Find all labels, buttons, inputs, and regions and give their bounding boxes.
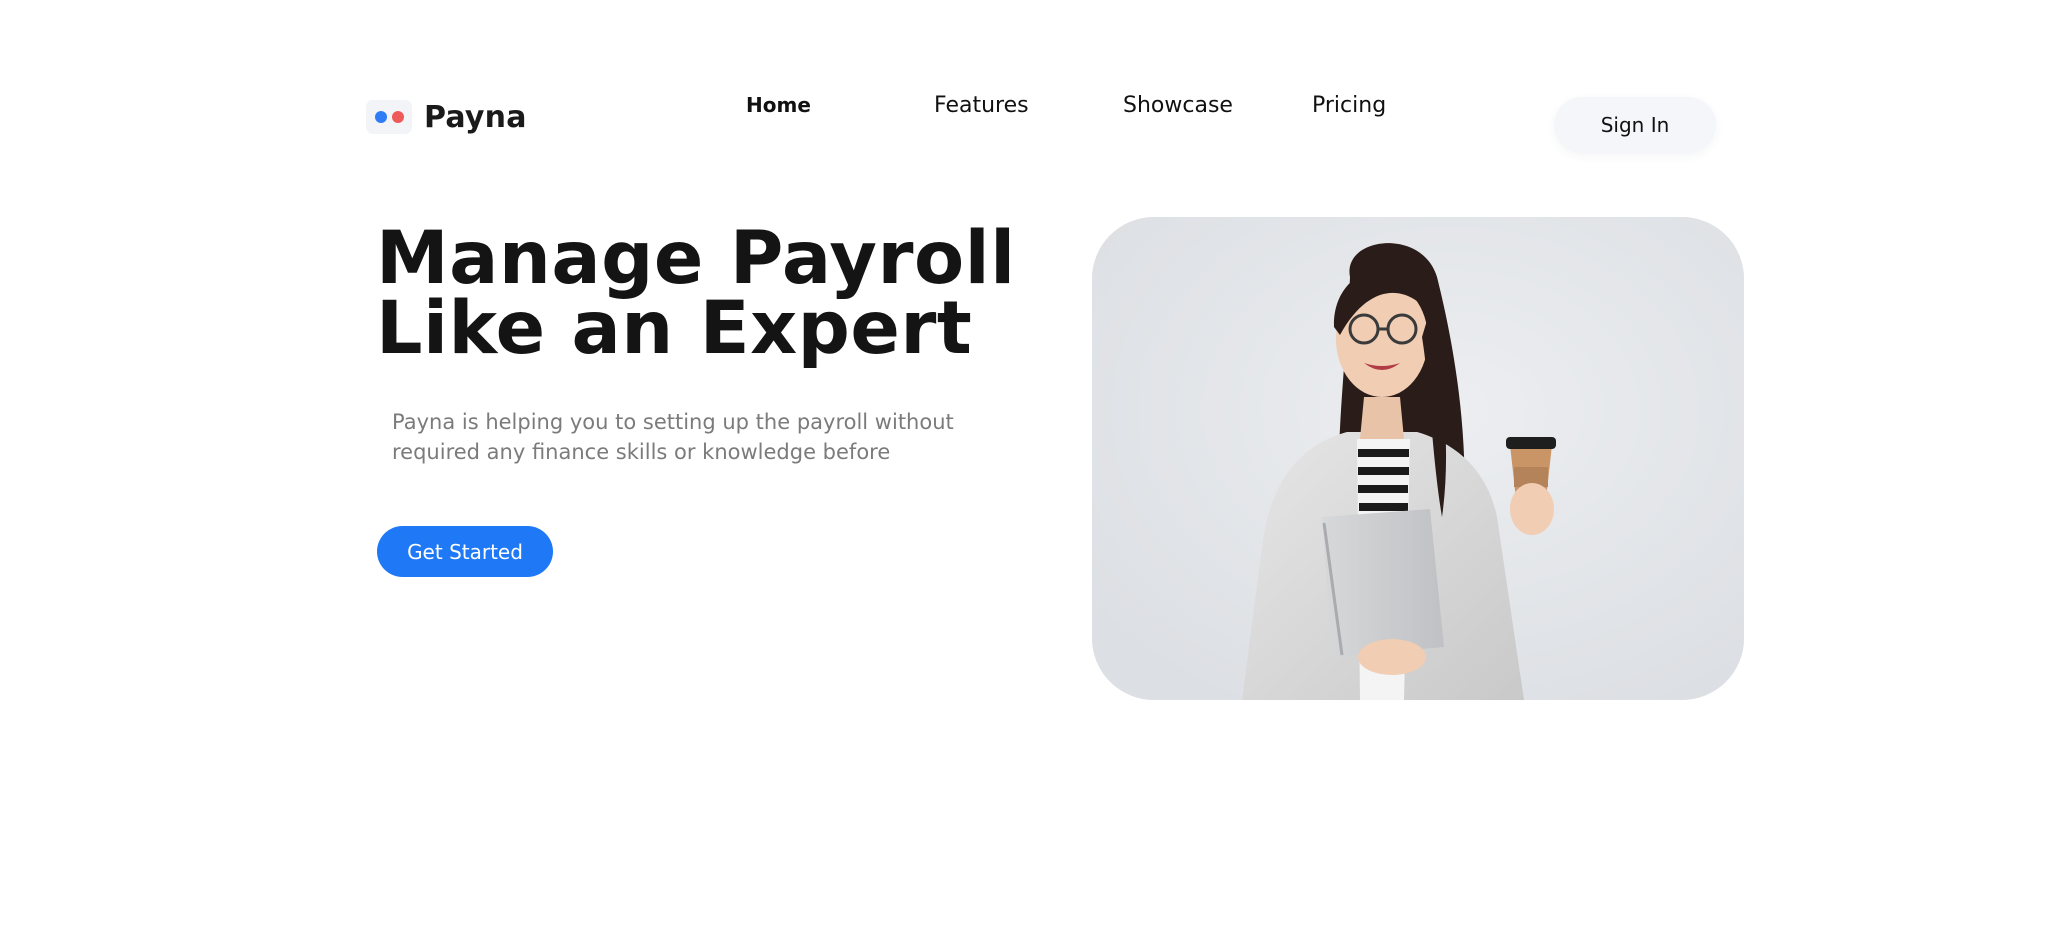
hero-description: Payna is helping you to setting up the p… (392, 407, 992, 467)
businesswoman-illustration (1092, 217, 1744, 700)
logo-blue-dot (374, 111, 387, 123)
brand-name: Payna (424, 99, 527, 135)
hero-title-line-1: Manage Payroll (376, 216, 1016, 301)
logo-red-dot (391, 111, 404, 123)
hero-image (1092, 217, 1744, 700)
hero-description-line-2: required any finance skills or knowledge… (392, 440, 891, 464)
nav-pricing[interactable]: Pricing (1312, 93, 1386, 118)
get-started-button[interactable]: Get Started (377, 526, 553, 577)
hero-description-line-1: Payna is helping you to setting up the p… (392, 410, 954, 434)
hero-title-line-2: Like an Expert (376, 286, 973, 371)
sign-in-button[interactable]: Sign In (1554, 97, 1716, 153)
nav-showcase[interactable]: Showcase (1123, 93, 1233, 118)
hero-title: Manage Payroll Like an Expert (376, 216, 1056, 371)
logo-icon (366, 100, 412, 134)
navbar: Payna Home Features Showcase Pricing Sig… (0, 0, 2061, 180)
nav-features[interactable]: Features (934, 93, 1029, 118)
nav-home[interactable]: Home (746, 93, 811, 117)
brand-logo[interactable]: Payna (366, 97, 527, 137)
